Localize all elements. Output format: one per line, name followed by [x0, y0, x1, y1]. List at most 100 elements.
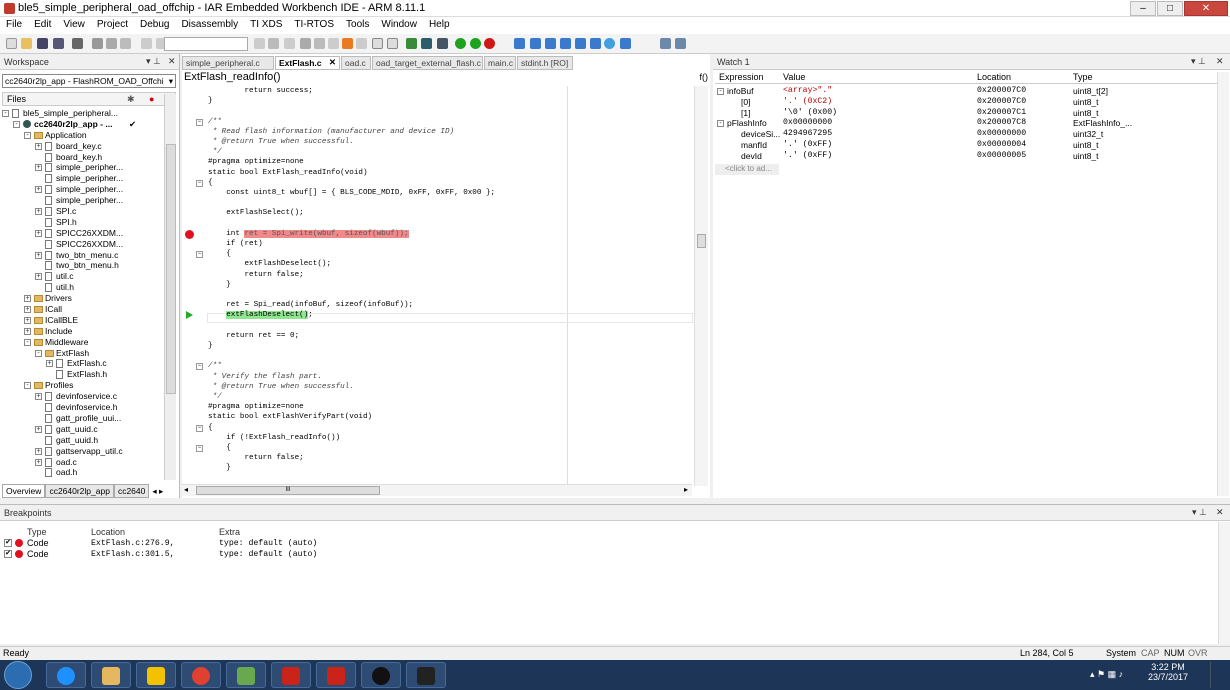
tree-item[interactable]: + two_btn_menu.c [2, 250, 164, 261]
config-select[interactable]: cc2640r2lp_app - FlashROM_OAD_Offchi ▾ [2, 74, 176, 88]
menu-help[interactable]: Help [423, 17, 456, 30]
forward-icon[interactable] [284, 38, 295, 49]
watch-row[interactable]: - infoBuf <array>"." 0x200007C0 uint8_t[2] [715, 86, 1229, 97]
collapse-icon[interactable]: - [24, 338, 31, 346]
fold-toggle-icon[interactable]: − [196, 363, 203, 371]
fold-toggle-icon[interactable]: − [196, 118, 203, 126]
debug-view-icon[interactable] [660, 38, 671, 49]
breakpoint-row[interactable]: ✔ Code ExtFlash.c:301.5, type: default (aut… [4, 549, 404, 560]
editor-hscroll-thumb[interactable]: III [196, 486, 380, 495]
collapse-icon[interactable]: - [717, 120, 724, 128]
step-into-icon[interactable] [545, 38, 556, 49]
col-location[interactable]: Location [977, 72, 1011, 82]
tree-item[interactable]: - ExtFlash [2, 348, 164, 359]
bp-close-icon[interactable]: ✕ [1216, 507, 1224, 518]
taskbar-text-app[interactable] [136, 662, 176, 688]
tab-scroll-arrows[interactable]: ◂ ▸ [149, 485, 166, 498]
toggle-bookmark-icon[interactable] [342, 38, 353, 49]
taskbar-explorer[interactable] [91, 662, 131, 688]
fold-toggle-icon[interactable]: − [196, 424, 203, 432]
taskbar-ti-2[interactable] [316, 662, 356, 688]
collapse-icon[interactable]: - [24, 382, 31, 390]
expand-icon[interactable]: + [35, 425, 42, 433]
tab-stdint[interactable]: stdint.h [RO] [517, 56, 573, 70]
taskbar-iar[interactable] [361, 662, 401, 688]
tab-extflash[interactable]: ExtFlash.c ✕ [275, 56, 340, 70]
next-statement-icon[interactable] [575, 38, 586, 49]
collapse-icon[interactable]: - [717, 88, 724, 95]
function-bar[interactable]: ExtFlash_readInfo() f() [182, 71, 710, 85]
save-icon[interactable] [37, 38, 48, 49]
expand-icon[interactable]: + [35, 393, 42, 401]
expand-icon[interactable]: + [35, 458, 42, 466]
fold-toggle-icon[interactable]: − [196, 445, 203, 452]
tree-item[interactable]: + gatt_uuid.c [2, 424, 164, 435]
watch-close-icon[interactable]: ✕ [1216, 56, 1224, 67]
tree-item[interactable]: devinfoservice.h [2, 402, 164, 413]
step-over-icon[interactable] [530, 38, 541, 49]
expand-icon[interactable]: + [35, 142, 42, 150]
tree-item[interactable]: gatt_uuid.h [2, 435, 164, 446]
editor-gutter[interactable]: − − − − − − [182, 86, 207, 486]
tree-item[interactable]: simple_peripher... [2, 195, 164, 206]
tab-overview[interactable]: Overview [2, 484, 46, 498]
tree-item[interactable]: + oad.c [2, 457, 164, 468]
tab-oad[interactable]: oad.c [341, 56, 371, 70]
collapse-icon[interactable]: - [13, 120, 20, 128]
paste-icon[interactable] [120, 38, 131, 49]
tree-item[interactable]: + devinfoservice.c [2, 391, 164, 402]
bp-col-type[interactable]: Type [27, 527, 47, 537]
files-column-header[interactable]: Files ✱ ● [2, 92, 176, 106]
expand-icon[interactable]: + [24, 316, 31, 324]
watch-row[interactable]: manfId '.' (0xFF) 0x00000004 uint8_t [715, 140, 1229, 151]
break-icon[interactable] [620, 38, 631, 49]
menu-disassembly[interactable]: Disassembly [175, 17, 244, 30]
collapse-icon[interactable]: - [2, 110, 9, 117]
close-button[interactable]: ✕ [1184, 1, 1228, 16]
back-icon[interactable] [254, 38, 265, 49]
menu-debug[interactable]: Debug [134, 17, 175, 30]
add-watch-input[interactable]: <click to ad... [715, 164, 779, 175]
tree-item[interactable]: util.h [2, 282, 164, 293]
taskbar-ie[interactable] [46, 662, 86, 688]
new-file-icon[interactable] [6, 38, 17, 49]
expand-icon[interactable]: + [46, 360, 53, 368]
tree-item[interactable]: oad.h [2, 467, 164, 478]
watch-row[interactable]: [1] '\0' (0x00) 0x200007C1 uint8_t [715, 108, 1229, 119]
menu-file[interactable]: File [0, 17, 28, 30]
tray-icons[interactable]: ▴ ⚑ ▦ ♪ [1090, 669, 1150, 681]
template-icon[interactable] [372, 38, 383, 49]
tab-cc2640r2lp-app[interactable]: cc2640r2lp_app [45, 484, 114, 498]
make-icon[interactable] [406, 38, 417, 49]
tree-item[interactable]: + gattservapp_util.c [2, 446, 164, 457]
open-folder-icon[interactable] [21, 38, 32, 49]
editor-hscrollbar[interactable]: ◂ III ▸ [182, 484, 692, 496]
tab-cc2640[interactable]: cc2640 [113, 484, 150, 498]
tree-item[interactable]: + board_key.c [2, 141, 164, 152]
expand-icon[interactable]: + [24, 327, 31, 335]
copy-icon[interactable] [106, 38, 117, 49]
expand-icon[interactable]: + [24, 295, 31, 303]
function-list-icon[interactable]: f() [700, 72, 709, 82]
tree-item[interactable]: two_btn_menu.h [2, 260, 164, 271]
watch-scrollbar[interactable] [1217, 72, 1229, 496]
close-tab-icon[interactable]: ✕ [329, 57, 336, 68]
fold-toggle-icon[interactable]: − [196, 251, 203, 259]
stop-build-icon[interactable] [437, 38, 448, 49]
bookmark-icon[interactable] [314, 38, 325, 49]
pin-icon[interactable]: ▾ ⊥ [146, 56, 161, 67]
maximize-button[interactable]: □ [1157, 1, 1183, 16]
tree-item[interactable]: simple_peripher... [2, 173, 164, 184]
tree-item[interactable]: + ICallBLE [2, 315, 164, 326]
tree-item[interactable]: - Middleware [2, 337, 164, 348]
editor-vscroll-thumb[interactable] [697, 234, 706, 248]
menu-ti-rtos[interactable]: TI-RTOS [288, 17, 340, 30]
tree-item[interactable]: SPI.h [2, 217, 164, 228]
watch-row[interactable]: devId '.' (0xFF) 0x00000005 uint8_t [715, 151, 1229, 162]
collapse-icon[interactable]: - [35, 349, 42, 357]
tab-main[interactable]: main.c [484, 56, 516, 70]
undo-icon[interactable] [141, 38, 152, 49]
next-bookmark-icon[interactable] [356, 38, 367, 49]
scroll-thumb[interactable] [166, 144, 176, 394]
run-to-cursor-icon[interactable] [590, 38, 601, 49]
